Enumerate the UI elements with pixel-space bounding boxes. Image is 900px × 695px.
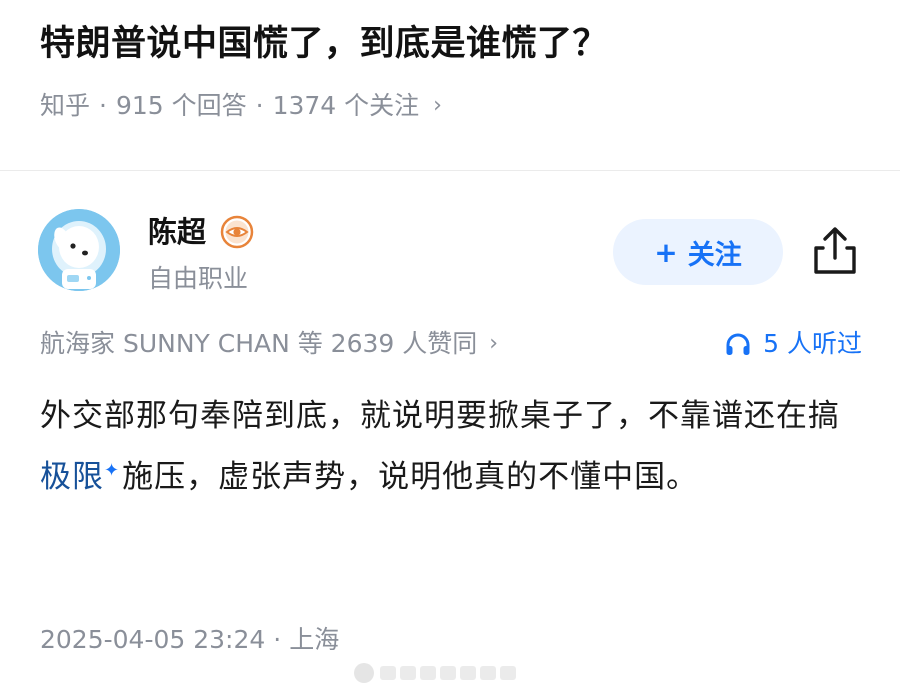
sparkle-icon: ✦ — [104, 459, 121, 481]
plus-icon: + — [654, 235, 678, 269]
chevron-right-icon: › — [433, 93, 442, 118]
separator-dot: · — [99, 91, 107, 120]
share-icon — [814, 227, 856, 274]
agree-summary[interactable]: 航海家 SUNNY CHAN 等 2639 人赞同 › — [40, 323, 498, 365]
question-meta[interactable]: 知乎 · 915 个回答 · 1374 个关注 › — [40, 86, 442, 126]
author-name[interactable]: 陈超 — [148, 210, 254, 254]
answer-footer: 2025-04-05 23:24 · 上海 — [40, 620, 339, 660]
author-name-text: 陈超 — [148, 215, 207, 249]
avatar[interactable] — [38, 209, 120, 291]
answer-page: 特朗普说中国慌了，到底是谁慌了？ 知乎 · 915 个回答 · 1374 个关注… — [0, 0, 900, 695]
author-title: 自由职业 — [148, 264, 249, 293]
listen-text: 5 人听过 — [763, 329, 862, 358]
site-name: 知乎 — [40, 91, 91, 120]
headphones-icon — [726, 333, 750, 355]
separator-dot: · — [255, 91, 264, 120]
post-location: 上海 — [289, 625, 340, 654]
watermark-icon — [354, 663, 516, 683]
follower-count: 1374 个关注 — [272, 91, 420, 120]
follow-button[interactable]: + 关注 — [613, 219, 783, 285]
agree-text: 航海家 SUNNY CHAN 等 2639 人赞同 — [40, 329, 478, 358]
answer-text-before: 外交部那句奉陪到底，就说明要掀桌子了，不靠谱还在搞 — [40, 398, 840, 434]
post-date: 2025-04-05 23:24 — [40, 625, 266, 654]
listen-count[interactable]: 5 人听过 — [725, 323, 862, 365]
separator-dot: · — [273, 625, 282, 654]
answer-count: 915 个回答 — [115, 91, 247, 120]
eye-badge-icon — [220, 215, 254, 249]
section-divider — [0, 170, 900, 171]
chevron-right-icon: › — [489, 331, 499, 356]
astronaut-dog-avatar-icon — [38, 209, 120, 291]
follow-label: 关注 — [687, 239, 742, 271]
share-button[interactable] — [810, 224, 860, 278]
keyword-link[interactable]: 极限 — [40, 459, 104, 495]
answer-text-after: 施压，虚张声势，说明他真的不懂中国。 — [122, 459, 699, 495]
question-title[interactable]: 特朗普说中国慌了，到底是谁慌了？ — [40, 14, 608, 74]
answer-content: 外交部那句奉陪到底，就说明要掀桌子了，不靠谱还在搞极限✦施压，虚张声势，说明他真… — [40, 386, 870, 508]
watermark-logo — [352, 659, 528, 687]
